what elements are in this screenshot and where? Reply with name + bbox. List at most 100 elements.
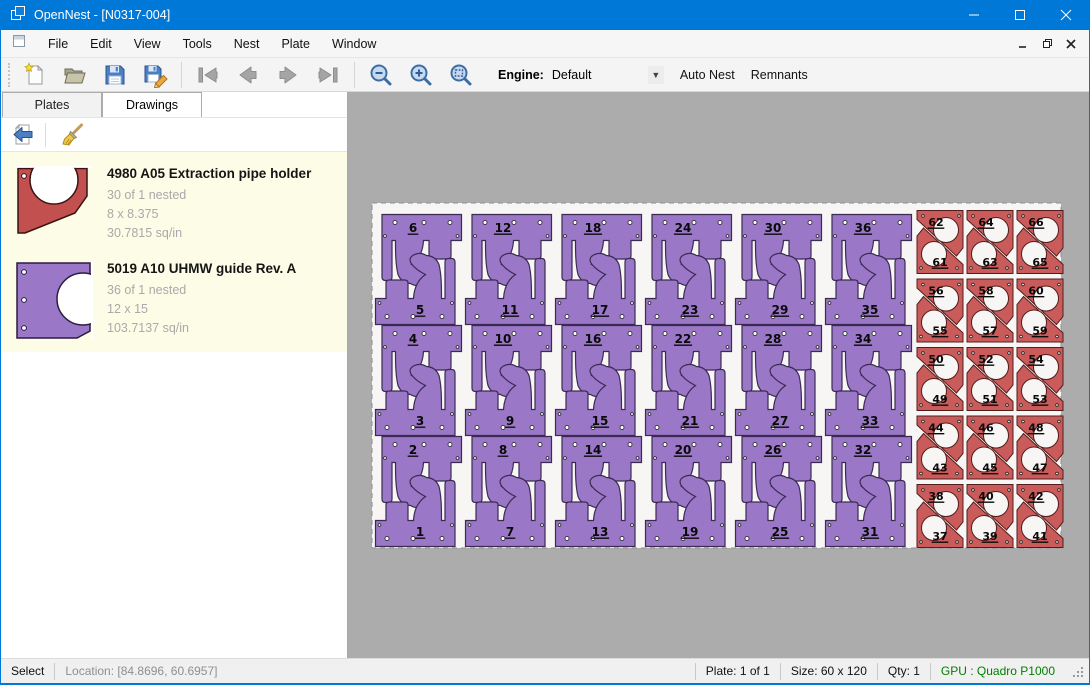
toolbar-separator	[45, 123, 46, 147]
engine-group: Engine: Default ▼	[498, 64, 664, 86]
part-number-label: 15	[592, 414, 609, 428]
nest-pair-purple[interactable]: 1211	[466, 215, 552, 325]
remnants-button[interactable]: Remnants	[751, 68, 808, 82]
part-number-label: 19	[682, 525, 699, 539]
maximize-button[interactable]	[997, 0, 1043, 30]
zoom-in-icon[interactable]	[404, 60, 438, 90]
part-number-label: 27	[772, 414, 789, 428]
nest-pair-purple[interactable]: 1413	[556, 437, 642, 547]
part-thumbnail-purple	[1, 259, 107, 340]
nest-pair-purple[interactable]: 3433	[826, 326, 912, 436]
nest-pair-purple[interactable]: 3029	[736, 215, 822, 325]
status-location: Location: [84.8696, 60.6957]	[55, 664, 227, 678]
nest-canvas[interactable]: 6543211211109871817161514132423222120193…	[348, 92, 1089, 658]
part-number-label: 54	[1028, 353, 1044, 366]
part-number-label: 32	[855, 443, 872, 457]
part-number-label: 25	[772, 525, 789, 539]
nest-pair-purple[interactable]: 2019	[646, 437, 732, 547]
window-title: OpenNest - [N0317-004]	[34, 8, 951, 22]
part-number-label: 58	[978, 285, 993, 298]
part-number-label: 3	[416, 414, 424, 428]
mdi-minimize-icon[interactable]	[1011, 34, 1035, 54]
menu-item-nest[interactable]: Nest	[223, 32, 271, 56]
nest-pair-purple[interactable]: 22 21	[646, 326, 732, 436]
nest-canvas-svg[interactable]: 6543211211109871817161514132423222120193…	[348, 92, 1089, 658]
nest-pair-purple[interactable]: 65	[376, 215, 462, 325]
part-number-label: 48	[1028, 422, 1043, 435]
list-item-drawing-1[interactable]: 5019 A10 UHMW guide Rev. A 36 of 1 neste…	[1, 251, 347, 346]
menu-item-tools[interactable]: Tools	[172, 32, 223, 56]
status-size: Size: 60 x 120	[781, 664, 877, 678]
go-next-icon[interactable]	[271, 60, 305, 90]
part-number-label: 13	[592, 525, 609, 539]
nest-pair-purple[interactable]: 109	[466, 326, 552, 436]
part-number-label: 7	[506, 525, 514, 539]
part-number-label: 33	[862, 414, 879, 428]
app-icon	[10, 5, 26, 26]
open-file-icon[interactable]	[58, 60, 92, 90]
menu-item-file[interactable]: File	[37, 32, 79, 56]
tab-drawings[interactable]: Drawings	[102, 92, 202, 117]
nest-pair-purple[interactable]: 21	[376, 437, 462, 547]
chevron-down-icon[interactable]: ▼	[648, 66, 664, 84]
clean-broom-icon[interactable]	[56, 120, 90, 150]
part-number-label: 62	[928, 216, 943, 229]
minimize-button[interactable]	[951, 0, 997, 30]
nest-pair-purple[interactable]: 28 27	[736, 326, 822, 436]
nest-pair-purple[interactable]: 1817	[556, 215, 642, 325]
part-thumbnail-red	[1, 164, 107, 245]
resize-grip-icon[interactable]	[1071, 665, 1087, 681]
nest-pair-purple[interactable]: 43	[376, 326, 462, 436]
nest-pair-purple[interactable]: 1615	[556, 326, 642, 436]
nest-pair-purple[interactable]: 2423	[646, 215, 732, 325]
part-number-label: 31	[862, 525, 879, 539]
part-number-label: 16	[585, 332, 602, 346]
tab-plates[interactable]: Plates	[2, 92, 102, 117]
list-item-drawing-0[interactable]: 4980 A05 Extraction pipe holder 30 of 1 …	[1, 156, 347, 251]
save-icon[interactable]	[98, 60, 132, 90]
toolbar-grip[interactable]	[8, 63, 12, 87]
engine-combobox[interactable]: Default ▼	[552, 64, 664, 86]
close-button[interactable]	[1043, 0, 1089, 30]
go-previous-icon[interactable]	[231, 60, 265, 90]
main-toolbar: Engine: Default ▼ Auto Nest Remnants	[1, 58, 1089, 92]
menu-item-window[interactable]: Window	[321, 32, 387, 56]
nest-pair-purple[interactable]: 2625	[736, 437, 822, 547]
part-number-label: 66	[1028, 216, 1044, 229]
part-number-label: 12	[495, 221, 512, 235]
mdi-close-icon[interactable]	[1059, 34, 1083, 54]
import-drawing-icon[interactable]	[7, 120, 41, 150]
zoom-out-icon[interactable]	[364, 60, 398, 90]
part-number-label: 60	[1028, 285, 1044, 298]
part-number-label: 59	[1032, 325, 1047, 338]
go-last-icon[interactable]	[311, 60, 345, 90]
go-first-icon[interactable]	[191, 60, 225, 90]
auto-nest-button[interactable]: Auto Nest	[680, 68, 735, 82]
part-number-label: 40	[978, 490, 994, 503]
nest-pair-purple[interactable]: 3635	[826, 215, 912, 325]
nest-pair-purple[interactable]: 32 31	[826, 437, 912, 547]
zoom-fit-icon[interactable]	[444, 60, 478, 90]
part-number-label: 65	[1032, 256, 1047, 269]
drawing-size: 12 x 15	[107, 302, 337, 316]
drawing-nested-count: 30 of 1 nested	[107, 188, 337, 202]
save-as-icon[interactable]	[138, 60, 172, 90]
title-bar: OpenNest - [N0317-004]	[1, 0, 1089, 30]
menu-item-edit[interactable]: Edit	[79, 32, 123, 56]
part-number-label: 22	[675, 332, 692, 346]
part-number-label: 28	[765, 332, 782, 346]
menu-bar: FileEditViewToolsNestPlateWindow	[1, 30, 1089, 58]
menu-item-plate[interactable]: Plate	[270, 32, 321, 56]
menu-item-view[interactable]: View	[123, 32, 172, 56]
engine-label: Engine:	[498, 68, 544, 82]
part-number-label: 45	[982, 462, 997, 475]
status-bar: Select Location: [84.8696, 60.6957] Plat…	[1, 658, 1089, 683]
nest-pair-purple[interactable]: 87	[466, 437, 552, 547]
part-number-label: 18	[585, 221, 602, 235]
part-number-label: 5	[416, 303, 424, 317]
new-file-icon[interactable]	[18, 60, 52, 90]
mdi-restore-icon[interactable]	[1035, 34, 1059, 54]
part-number-label: 44	[928, 422, 944, 435]
panel-tabs: Plates Drawings	[1, 92, 347, 118]
part-number-label: 21	[682, 414, 699, 428]
